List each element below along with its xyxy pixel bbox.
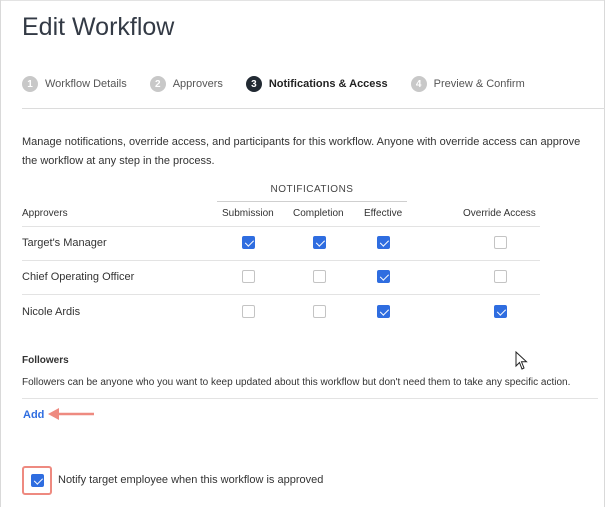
stepper-divider	[22, 108, 605, 109]
step-notifications-access[interactable]: 3 Notifications & Access	[245, 76, 388, 92]
step-label: Preview & Confirm	[433, 78, 525, 90]
step-label: Notifications & Access	[268, 78, 388, 90]
override-checkbox[interactable]	[494, 236, 507, 249]
approver-name: Target's Manager	[22, 237, 107, 249]
row-divider	[22, 294, 540, 295]
frame-left-border	[0, 0, 1, 507]
notify-target-employee-label: Notify target employee when this workflo…	[58, 474, 324, 486]
stepper: 1 Workflow Details 2 Approvers 3 Notific…	[22, 74, 548, 94]
effective-checkbox[interactable]	[377, 305, 390, 318]
step-preview-confirm[interactable]: 4 Preview & Confirm	[410, 76, 525, 92]
approver-name: Chief Operating Officer	[22, 271, 135, 283]
completion-checkbox[interactable]	[313, 270, 326, 283]
column-header-approvers: Approvers	[22, 208, 68, 219]
override-checkbox[interactable]	[494, 305, 507, 318]
section-description: Manage notifications, override access, a…	[22, 136, 581, 167]
column-header-submission: Submission	[222, 208, 274, 219]
override-checkbox[interactable]	[494, 270, 507, 283]
notifications-group-underline	[217, 201, 407, 202]
notifications-group-header: NOTIFICATIONS	[270, 184, 354, 195]
step-workflow-details[interactable]: 1 Workflow Details	[22, 76, 127, 92]
followers-description: Followers can be anyone who you want to …	[22, 377, 571, 388]
completion-checkbox[interactable]	[313, 305, 326, 318]
add-follower-link[interactable]: Add	[23, 409, 44, 421]
mouse-cursor-icon	[515, 351, 528, 370]
step-approvers[interactable]: 2 Approvers	[149, 76, 223, 92]
arrow-annotation-icon	[48, 408, 94, 420]
page-title: Edit Workflow	[22, 13, 175, 41]
column-header-completion: Completion	[293, 208, 344, 219]
step-number: 1	[22, 76, 38, 92]
submission-checkbox[interactable]	[242, 270, 255, 283]
submission-checkbox[interactable]	[242, 305, 255, 318]
column-header-effective: Effective	[364, 208, 403, 219]
step-label: Workflow Details	[45, 78, 127, 90]
step-number: 2	[149, 76, 166, 92]
column-header-override-access: Override Access	[463, 208, 536, 219]
submission-checkbox[interactable]	[242, 236, 255, 249]
approver-name: Nicole Ardis	[22, 306, 81, 318]
effective-checkbox[interactable]	[377, 270, 390, 283]
completion-checkbox[interactable]	[313, 236, 326, 249]
step-number: 3	[245, 76, 262, 92]
row-divider	[22, 260, 540, 261]
followers-divider	[22, 398, 598, 399]
step-number: 4	[410, 76, 427, 92]
notify-target-employee-checkbox[interactable]	[31, 474, 44, 487]
effective-checkbox[interactable]	[377, 236, 390, 249]
step-label: Approvers	[172, 78, 223, 90]
table-header-divider	[22, 226, 540, 227]
followers-title: Followers	[22, 355, 69, 366]
frame-top-border	[0, 0, 605, 1]
